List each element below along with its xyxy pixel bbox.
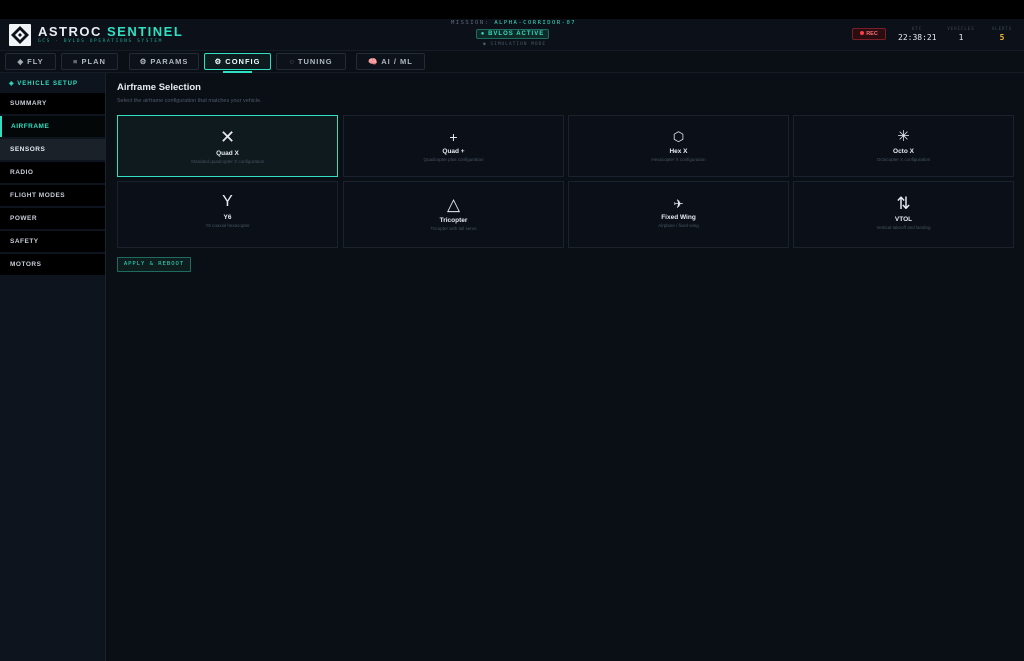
airframe-desc: Octocopter X configuration xyxy=(876,157,931,162)
page-subtitle: Select the airframe configuration that m… xyxy=(117,98,262,104)
sidebar-item-safety[interactable]: SAFETY xyxy=(0,231,105,252)
y6-icon: Y xyxy=(222,193,233,210)
airframe-name: Fixed Wing xyxy=(661,214,696,221)
up-down-arrows-icon: ⇅ xyxy=(896,194,911,213)
airframe-card-fixed-wing[interactable]: ✈ Fixed Wing Airplane / fixed-wing xyxy=(568,181,789,248)
app-header: ASTROC SENTINEL GCS · BVLOS OPERATIONS S… xyxy=(0,19,1024,51)
sidebar-item-sensors[interactable]: SENSORS xyxy=(0,139,105,160)
record-button[interactable]: REC xyxy=(852,28,886,40)
airframe-name: Hex X xyxy=(669,148,688,155)
sidebar-item-airframe[interactable]: AIRFRAME xyxy=(0,116,105,137)
airframe-card-octo-x[interactable]: ✳ Octo X Octocopter X configuration xyxy=(793,115,1014,177)
sidebar-item-summary[interactable]: SUMMARY xyxy=(0,93,105,114)
airframe-desc: Tricopter with tail servo xyxy=(430,226,477,231)
top-strip xyxy=(0,0,1024,19)
vehicles-value: 1 xyxy=(958,33,964,42)
airframe-card-quad-plus[interactable]: + Quad + Quadcopter plus configuration xyxy=(343,115,564,177)
main-tab-bar: ◈ FLY ≡ PLAN ⚙ PARAMS ⚙ CONFIG ◌ TUNING … xyxy=(0,51,1024,73)
utc-value: 22:38:21 xyxy=(898,33,937,42)
alerts-count[interactable]: ALERTS 5 xyxy=(987,26,1017,42)
vehicles-count: VEHICLES 1 xyxy=(944,26,978,42)
sidebar-heading: ◈ VEHICLE SETUP xyxy=(9,81,78,87)
airframe-card-hex-x[interactable]: ⬡ Hex X Hexacopter X configuration xyxy=(568,115,789,177)
vehicles-label: VEHICLES xyxy=(947,26,975,31)
tab-plan[interactable]: ≡ PLAN xyxy=(61,53,118,70)
sidebar-item-radio[interactable]: RADIO xyxy=(0,162,105,183)
record-label: REC xyxy=(866,31,878,37)
apply-reboot-button[interactable]: APPLY & REBOOT xyxy=(117,257,191,272)
airframe-desc: Airplane / fixed-wing xyxy=(658,223,699,228)
airframe-desc: Vertical takeoff and landing xyxy=(876,225,931,230)
record-dot-icon xyxy=(860,31,865,35)
airframe-card-quad-x[interactable]: ✕ Quad X Standard quadcopter X configura… xyxy=(117,115,338,177)
airframe-name: Quad + xyxy=(442,148,465,155)
utc-clock: UTC 22:38:21 xyxy=(898,26,937,42)
bvlos-status-badge: ● BVLOS ACTIVE xyxy=(476,29,549,39)
sidebar-item-flight-modes[interactable]: FLIGHT MODES xyxy=(0,185,105,206)
airframe-desc: Standard quadcopter X configuration xyxy=(190,159,265,164)
tab-ai-ml[interactable]: 🧠 AI / ML xyxy=(356,53,425,70)
mission-indicator: MISSION: ALPHA-CORRIDOR-07 xyxy=(451,20,576,26)
airframe-name: Y6 xyxy=(223,214,232,221)
tab-params[interactable]: ⚙ PARAMS xyxy=(129,53,199,70)
airframe-name: Octo X xyxy=(893,148,914,155)
quad-plus-icon: + xyxy=(449,129,458,145)
utc-label: UTC xyxy=(911,26,923,31)
airframe-name: Tricopter xyxy=(439,217,468,224)
brand-subtitle: GCS · BVLOS OPERATIONS SYSTEM xyxy=(38,39,163,44)
triangle-icon: △ xyxy=(446,195,461,214)
tab-fly[interactable]: ◈ FLY xyxy=(5,53,56,70)
sidebar-item-power[interactable]: POWER xyxy=(0,208,105,229)
airplane-icon: ✈ xyxy=(673,197,684,211)
mission-value: ALPHA-CORRIDOR-07 xyxy=(494,20,577,26)
vehicle-setup-sidebar: ◈ VEHICLE SETUP SUMMARY AIRFRAME SENSORS… xyxy=(0,73,106,661)
airframe-desc: Hexacopter X configuration xyxy=(651,157,706,162)
brand-title: ASTROC SENTINEL xyxy=(38,24,183,39)
tab-config[interactable]: ⚙ CONFIG xyxy=(204,53,271,73)
alerts-value: 5 xyxy=(999,33,1005,42)
asterisk-icon: ✳ xyxy=(897,128,910,145)
airframe-name: VTOL xyxy=(894,216,913,223)
airframe-card-tricopter[interactable]: △ Tricopter Tricopter with tail servo xyxy=(343,181,564,248)
mission-label: MISSION: xyxy=(451,20,490,26)
tab-tuning[interactable]: ◌ TUNING xyxy=(276,53,346,70)
hexagon-icon: ⬡ xyxy=(672,129,685,144)
airframe-desc: Quadcopter plus configuration xyxy=(423,157,484,162)
quad-x-icon: ✕ xyxy=(219,127,236,147)
astroc-logo-icon xyxy=(9,24,31,46)
airframe-card-vtol[interactable]: ⇅ VTOL Vertical takeoff and landing xyxy=(793,181,1014,248)
brand-main: ASTROC xyxy=(38,24,102,39)
page-title: Airframe Selection xyxy=(117,82,201,93)
brand-accent: SENTINEL xyxy=(107,24,184,39)
airframe-desc: Y6 coaxial hexacopter xyxy=(205,223,250,228)
simulation-mode-label: ● SIMULATION MODE xyxy=(483,42,547,47)
airframe-name: Quad X xyxy=(216,150,239,157)
sidebar-item-motors[interactable]: MOTORS xyxy=(0,254,105,275)
airframe-card-y6[interactable]: Y Y6 Y6 coaxial hexacopter xyxy=(117,181,338,248)
alerts-label: ALERTS xyxy=(991,26,1013,31)
